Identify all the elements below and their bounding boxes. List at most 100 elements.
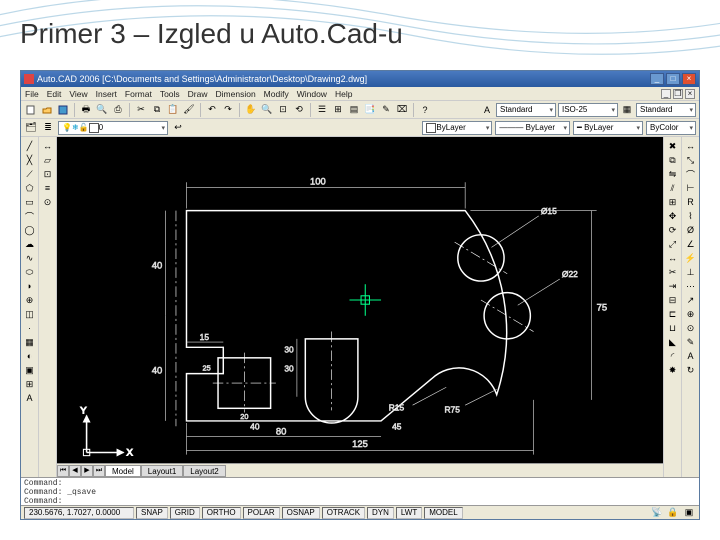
dim-leader-tool[interactable]: ↗ xyxy=(684,293,698,307)
cut-button[interactable]: ✂ xyxy=(134,103,148,117)
zoom-previous-button[interactable]: ⟲ xyxy=(292,103,306,117)
tool-palettes-button[interactable]: ▤ xyxy=(347,103,361,117)
dim-update-tool[interactable]: ↻ xyxy=(684,363,698,377)
maximize-button[interactable]: □ xyxy=(666,73,680,85)
list-tool[interactable]: ≡ xyxy=(41,181,55,195)
stretch-tool[interactable]: ↔ xyxy=(666,251,680,265)
osnap-toggle[interactable]: OSNAP xyxy=(282,507,320,519)
tab-layout2[interactable]: Layout2 xyxy=(183,465,225,477)
menu-help[interactable]: Help xyxy=(335,89,352,99)
linetype-dropdown[interactable]: ——— ByLayer xyxy=(495,121,570,135)
hatch-tool[interactable]: ▦ xyxy=(23,335,37,349)
circle-tool[interactable]: ◯ xyxy=(23,223,37,237)
move-tool[interactable]: ✥ xyxy=(666,209,680,223)
comm-center-icon[interactable]: 📡 xyxy=(650,506,664,520)
layer-previous-button[interactable]: ↩ xyxy=(171,121,185,135)
dim-ordinate-tool[interactable]: ⊢ xyxy=(684,181,698,195)
command-line[interactable]: Command: Command: _qsave Command: xyxy=(21,477,699,505)
doc-minimize-button[interactable]: _ xyxy=(661,89,671,99)
layer-states-button[interactable]: ≣ xyxy=(41,121,55,135)
ortho-toggle[interactable]: ORTHO xyxy=(202,507,241,519)
calc-button[interactable]: ⌧ xyxy=(395,103,409,117)
snap-toggle[interactable]: SNAP xyxy=(136,507,168,519)
properties-button[interactable]: ☰ xyxy=(315,103,329,117)
dim-diameter-tool[interactable]: Ø xyxy=(684,223,698,237)
tab-nav-next[interactable]: ▶ xyxy=(81,465,93,477)
tab-layout1[interactable]: Layout1 xyxy=(141,465,183,477)
undo-button[interactable]: ↶ xyxy=(205,103,219,117)
erase-tool[interactable]: ✖ xyxy=(666,139,680,153)
offset-tool[interactable]: ⫽ xyxy=(666,181,680,195)
menu-insert[interactable]: Insert xyxy=(96,89,117,99)
dim-quick-tool[interactable]: ⚡ xyxy=(684,251,698,265)
tablestyle-icon[interactable]: ▦ xyxy=(620,103,634,117)
markup-button[interactable]: ✎ xyxy=(379,103,393,117)
mirror-tool[interactable]: ⇋ xyxy=(666,167,680,181)
print-preview-button[interactable]: 🔍 xyxy=(95,103,109,117)
dim-center-tool[interactable]: ⊙ xyxy=(684,321,698,335)
dim-edit-tool[interactable]: ✎ xyxy=(684,335,698,349)
polygon-tool[interactable]: ⬠ xyxy=(23,181,37,195)
zoom-window-button[interactable]: ⊡ xyxy=(276,103,290,117)
break-tool[interactable]: ⊏ xyxy=(666,307,680,321)
title-bar[interactable]: Auto.CAD 2006 [C:\Documents and Settings… xyxy=(21,71,699,87)
minimize-button[interactable]: _ xyxy=(650,73,664,85)
insert-block-tool[interactable]: ⊕ xyxy=(23,293,37,307)
menu-edit[interactable]: Edit xyxy=(47,89,62,99)
pan-button[interactable]: ✋ xyxy=(244,103,258,117)
lock-toolbar-icon[interactable]: 🔒 xyxy=(666,506,680,520)
menu-tools[interactable]: Tools xyxy=(160,89,180,99)
trim-tool[interactable]: ✂ xyxy=(666,265,680,279)
id-point-tool[interactable]: ⊙ xyxy=(41,195,55,209)
ellipse-arc-tool[interactable]: ◗ xyxy=(23,279,37,293)
make-block-tool[interactable]: ◫ xyxy=(23,307,37,321)
fillet-tool[interactable]: ◜ xyxy=(666,349,680,363)
print-button[interactable]: 🖶 xyxy=(79,103,93,117)
dim-arc-tool[interactable]: ⌒ xyxy=(684,167,698,181)
spline-tool[interactable]: ∿ xyxy=(23,251,37,265)
doc-restore-button[interactable]: ❐ xyxy=(673,89,683,99)
area-tool[interactable]: ▱ xyxy=(41,153,55,167)
color-dropdown[interactable]: ByLayer xyxy=(422,121,492,135)
open-button[interactable] xyxy=(40,103,54,117)
line-tool[interactable]: ╱ xyxy=(23,139,37,153)
table-style-dropdown[interactable]: Standard xyxy=(636,103,696,117)
dim-angular-tool[interactable]: ∠ xyxy=(684,237,698,251)
ellipse-tool[interactable]: ⬭ xyxy=(23,265,37,279)
explode-tool[interactable]: ✸ xyxy=(666,363,680,377)
plotstyle-dropdown[interactable]: ByColor xyxy=(646,121,696,135)
tab-model[interactable]: Model xyxy=(105,465,141,477)
gradient-tool[interactable]: ◐ xyxy=(23,349,37,363)
textstyle-icon[interactable]: A xyxy=(480,103,494,117)
dim-aligned-tool[interactable]: ⤡ xyxy=(684,153,698,167)
lwt-toggle[interactable]: LWT xyxy=(396,507,422,519)
xline-tool[interactable]: ╳ xyxy=(23,153,37,167)
model-toggle[interactable]: MODEL xyxy=(424,507,462,519)
text-style-dropdown[interactable]: Standard xyxy=(496,103,556,117)
menu-modify[interactable]: Modify xyxy=(264,89,289,99)
join-tool[interactable]: ⊔ xyxy=(666,321,680,335)
cmd-prompt[interactable]: Command: xyxy=(24,497,696,505)
massprops-tool[interactable]: ⊡ xyxy=(41,167,55,181)
lineweight-dropdown[interactable]: ━ ByLayer xyxy=(573,121,643,135)
copy-tool[interactable]: ⧉ xyxy=(666,153,680,167)
dim-style-dropdown[interactable]: ISO-25 xyxy=(558,103,618,117)
drawing-canvas[interactable]: 100 125 80 40 45 40 xyxy=(57,137,663,463)
dim-jogged-tool[interactable]: ⌇ xyxy=(684,209,698,223)
menu-format[interactable]: Format xyxy=(125,89,152,99)
design-center-button[interactable]: ⊞ xyxy=(331,103,345,117)
polar-toggle[interactable]: POLAR xyxy=(243,507,280,519)
zoom-realtime-button[interactable]: 🔍 xyxy=(260,103,274,117)
distance-tool[interactable]: ↔ xyxy=(41,139,55,153)
close-button[interactable]: × xyxy=(682,73,696,85)
coords-readout[interactable]: 230.5676, 1.7027, 0.0000 xyxy=(24,507,134,519)
layer-dropdown[interactable]: 💡❄🔓 0 xyxy=(58,121,168,135)
region-tool[interactable]: ▣ xyxy=(23,363,37,377)
tab-nav-first[interactable]: ⏮ xyxy=(57,465,69,477)
menu-draw[interactable]: Draw xyxy=(188,89,208,99)
menu-dimension[interactable]: Dimension xyxy=(216,89,256,99)
drawing-area[interactable]: 100 125 80 40 45 40 xyxy=(57,137,663,477)
tab-nav-last[interactable]: ⏭ xyxy=(93,465,105,477)
redo-button[interactable]: ↷ xyxy=(221,103,235,117)
doc-close-button[interactable]: × xyxy=(685,89,695,99)
